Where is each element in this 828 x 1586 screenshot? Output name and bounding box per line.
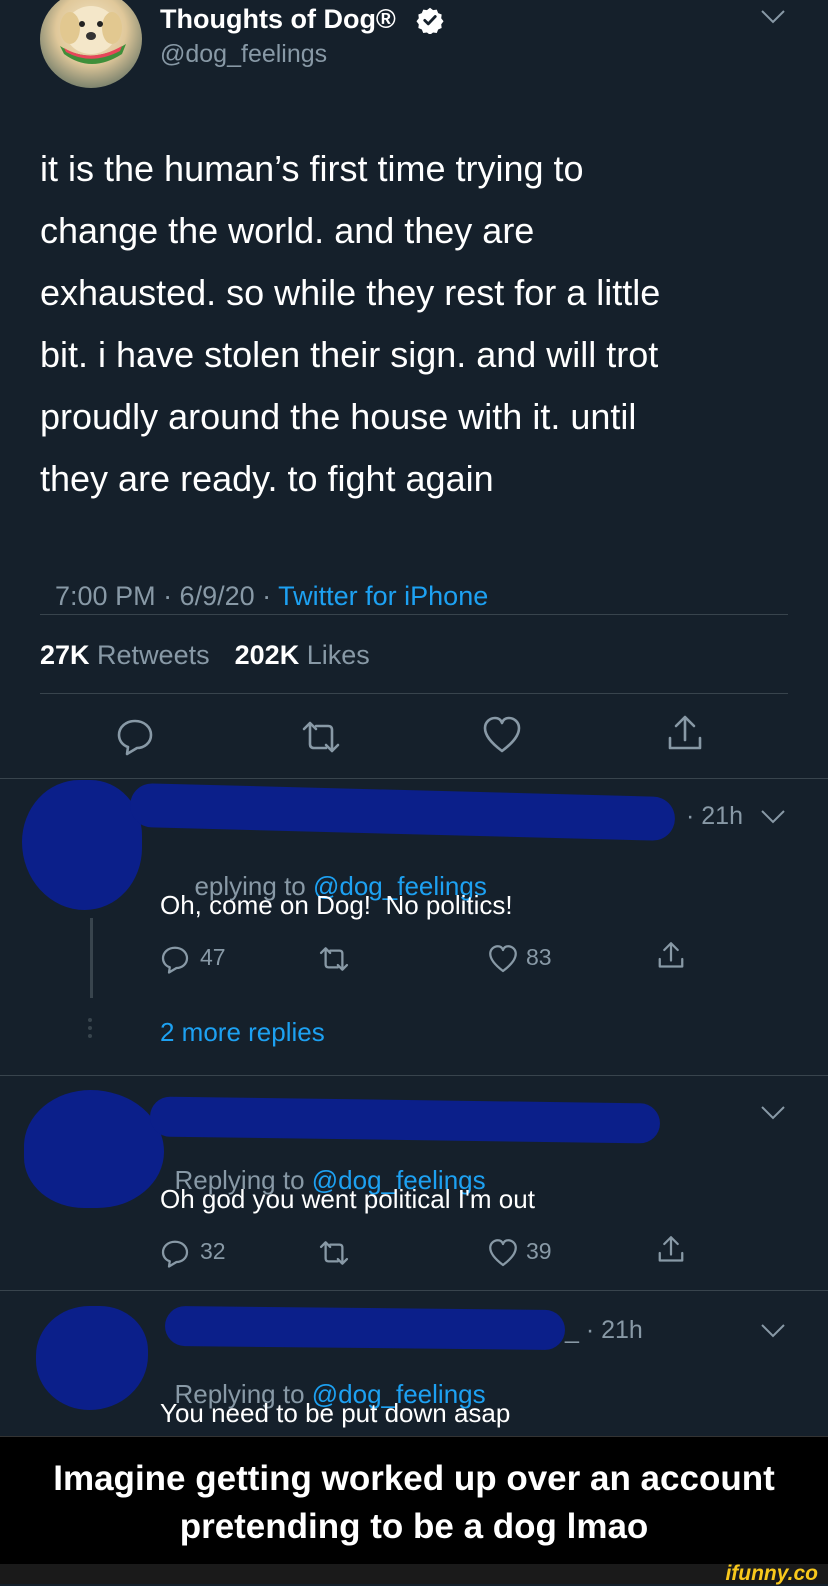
retweets-stat[interactable]: 27K Retweets <box>40 640 210 670</box>
heart-icon[interactable] <box>482 716 522 754</box>
tweet-stats: 27K Retweets 202K Likes <box>40 640 370 671</box>
retweet-icon[interactable] <box>318 1240 350 1266</box>
redaction-mark <box>24 1090 164 1208</box>
tweet-meta: 7:00 PM · 6/9/20 · Twitter for iPhone <box>40 550 488 612</box>
reply-timestamp[interactable]: · 21h <box>686 802 743 831</box>
divider <box>0 1075 828 1076</box>
watermark-bar: ifunny.co <box>0 1562 828 1585</box>
dog-illustration <box>60 6 126 64</box>
retweet-icon[interactable] <box>300 720 342 754</box>
tweet-text-line: exhausted. so while they rest for a litt… <box>40 272 661 313</box>
author-name[interactable]: Thoughts of Dog® <box>160 4 396 35</box>
meme-caption: Imagine getting worked up over an accoun… <box>0 1436 828 1565</box>
reply-count: 32 <box>200 1238 226 1264</box>
reply-icon[interactable] <box>160 944 190 974</box>
reply-text: Oh, come on Dog! No politics! <box>160 890 513 920</box>
reply-icon[interactable] <box>115 716 155 756</box>
like-count: 39 <box>526 1238 552 1264</box>
retweet-icon[interactable] <box>318 946 350 972</box>
retweets-count: 27K <box>40 640 90 670</box>
heart-icon[interactable] <box>488 1238 518 1268</box>
likes-label: Likes <box>306 640 370 670</box>
tweet-text-line: bit. i have stolen their sign. and will … <box>40 334 659 375</box>
redaction-mark <box>22 780 142 910</box>
share-icon[interactable] <box>665 714 705 754</box>
author-handle[interactable]: @dog_feelings <box>160 40 327 69</box>
author-avatar[interactable] <box>40 0 142 88</box>
chevron-down-icon[interactable] <box>760 8 786 26</box>
chevron-down-icon[interactable] <box>760 1322 786 1340</box>
reply-text: You need to be put down asap <box>160 1398 511 1428</box>
redaction-mark <box>36 1306 148 1410</box>
like-count: 83 <box>526 944 552 970</box>
redaction-mark <box>129 782 676 842</box>
tweet-text: it is the human’s first time trying to c… <box>40 138 820 510</box>
divider <box>40 614 788 615</box>
caption-line: Imagine getting worked up over an accoun… <box>53 1459 775 1498</box>
divider <box>0 1290 828 1291</box>
more-dots-icon <box>87 1018 93 1038</box>
tweet-timestamp[interactable]: 7:00 PM · 6/9/20 · <box>55 581 278 611</box>
reply-text: Oh god you went political I'm out <box>160 1184 535 1214</box>
tweet-text-line: proudly around the house with it. until <box>40 396 637 437</box>
reply-icon[interactable] <box>160 1238 190 1268</box>
tweet-text-line: it is the human’s first time trying to <box>40 148 584 189</box>
divider <box>0 778 828 779</box>
verified-badge-icon <box>416 6 444 34</box>
tweet-text-line: they are ready. to fight again <box>40 458 494 499</box>
likes-count: 202K <box>234 640 300 670</box>
tweet-source-link[interactable]: Twitter for iPhone <box>278 581 488 611</box>
heart-icon[interactable] <box>488 944 518 974</box>
caption-line: pretending to be a dog lmao <box>179 1507 649 1546</box>
share-icon[interactable] <box>656 940 686 972</box>
redaction-mark <box>164 1305 566 1351</box>
reply-timestamp[interactable]: _ · 21h <box>565 1316 643 1345</box>
more-replies-link[interactable]: 2 more replies <box>160 1017 325 1048</box>
chevron-down-icon[interactable] <box>760 1104 786 1122</box>
likes-stat[interactable]: 202K Likes <box>235 640 370 670</box>
reply-count: 47 <box>200 944 226 970</box>
share-icon[interactable] <box>656 1234 686 1266</box>
ifunny-watermark: ifunny.co <box>725 1562 818 1585</box>
divider <box>40 693 788 694</box>
thread-line <box>90 918 93 998</box>
retweets-label: Retweets <box>97 640 210 670</box>
tweet-text-line: change the world. and they are <box>40 210 535 251</box>
chevron-down-icon[interactable] <box>760 808 786 826</box>
